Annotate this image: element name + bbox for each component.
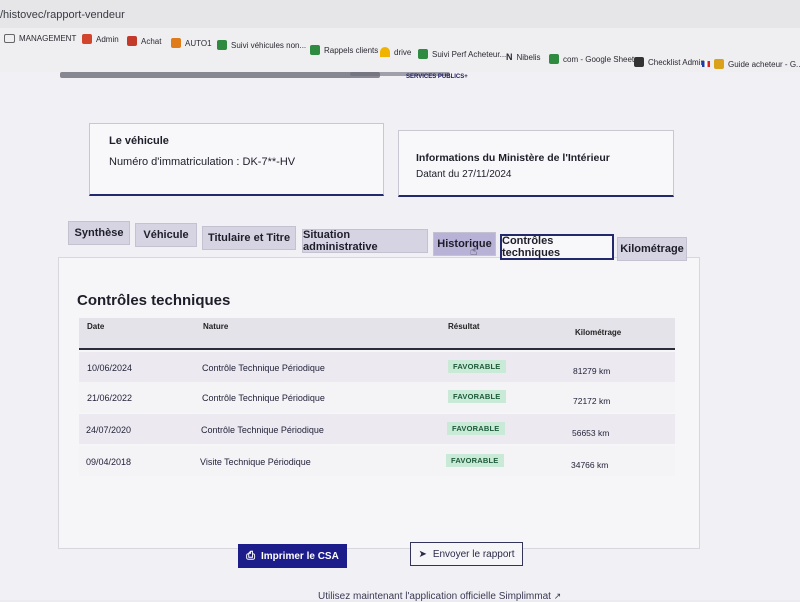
bookmark-drive[interactable]: drive xyxy=(380,47,411,57)
achat-icon xyxy=(127,36,137,46)
bookmark-label: MANAGEMENT xyxy=(19,34,77,43)
checklist-icon xyxy=(634,57,644,67)
table-row: 09/04/2018 Visite Technique Périodique F… xyxy=(79,446,675,476)
vehicle-card-title: Le véhicule xyxy=(109,135,169,147)
sheet-icon xyxy=(310,45,320,55)
ministry-card: Informations du Ministère de l'Intérieur… xyxy=(398,130,674,197)
plate-number: Numéro d'immatriculation : DK-7**-HV xyxy=(109,156,296,168)
footer-note-text[interactable]: Utilisez maintenant l'application offici… xyxy=(318,591,551,602)
print-csa-button[interactable]: ⎙ Imprimer le CSA xyxy=(238,544,347,568)
bookmark-label: Rappels clients xyxy=(324,45,379,55)
folder-icon xyxy=(4,34,15,43)
tab-situation-administrative[interactable]: Situation administrative xyxy=(302,229,428,253)
bookmark-auto1[interactable]: AUTO1 xyxy=(171,38,212,48)
bookmark-label: Suivi Perf Acheteur... xyxy=(432,49,507,59)
section-title: Contrôles techniques xyxy=(77,292,231,309)
tab-kilometrage[interactable]: Kilométrage xyxy=(617,237,687,261)
bookmark-label: AUTO1 xyxy=(185,38,212,48)
row-km: 81279 km xyxy=(573,366,611,376)
auto1-icon xyxy=(171,38,181,48)
result-badge: FAVORABLE xyxy=(446,454,504,467)
send-report-button[interactable]: ➤ Envoyer le rapport xyxy=(410,542,523,566)
footer-note: Utilisez maintenant l'application offici… xyxy=(318,591,561,602)
bookmark-label: Admin xyxy=(96,34,119,44)
row-km: 56653 km xyxy=(572,428,610,438)
column-header-result: Résultat xyxy=(448,322,480,331)
ministry-date: Datant du 27/11/2024 xyxy=(416,169,512,180)
bookmarks-bar: MANAGEMENT Admin Achat AUTO1 Suivi véhic… xyxy=(0,28,800,72)
send-button-label: Envoyer le rapport xyxy=(432,548,515,560)
row-km: 72172 km xyxy=(573,396,611,406)
bookmark-label: Achat xyxy=(141,36,162,46)
services-publics-logo: SERVICES PUBLICS+ xyxy=(406,74,468,81)
admin-icon xyxy=(82,34,92,44)
drive-icon xyxy=(380,47,390,57)
tab-historique[interactable]: Historique xyxy=(433,232,496,256)
bookmark-label: Checklist Admin xyxy=(648,57,705,67)
bookmark-achat[interactable]: Achat xyxy=(127,36,161,46)
row-date: 09/04/2018 xyxy=(86,457,132,467)
result-badge: FAVORABLE xyxy=(447,422,505,435)
bookmark-admin[interactable]: Admin xyxy=(82,34,119,44)
bookmark-checklist-admin[interactable]: Checklist Admin xyxy=(634,57,705,67)
tab-controles-techniques[interactable]: Contrôles techniques xyxy=(500,234,614,260)
page-content: SERVICES PUBLICS+ Le véhicule Numéro d'i… xyxy=(0,72,800,602)
column-header-km: Kilométrage xyxy=(575,328,622,337)
row-nature: Contrôle Technique Périodique xyxy=(202,363,325,373)
sheet-icon xyxy=(418,49,428,59)
browser-url-bar[interactable]: /histovec/rapport-vendeur xyxy=(0,0,800,29)
printer-icon: ⎙ xyxy=(246,549,255,562)
table-row: 21/06/2022 Contrôle Technique Périodique… xyxy=(79,382,675,412)
tab-synthese[interactable]: Synthèse xyxy=(68,221,130,245)
tab-vehicule[interactable]: Véhicule xyxy=(135,223,197,247)
bookmark-guide-acheteur[interactable]: Guide acheteur - G... xyxy=(702,59,800,69)
row-nature: Contrôle Technique Périodique xyxy=(201,425,324,435)
row-date: 10/06/2024 xyxy=(87,363,133,373)
bookmark-label: Suivi véhicules non... xyxy=(231,40,307,50)
bookmark-management[interactable]: MANAGEMENT xyxy=(4,34,76,43)
bookmark-label: Nibelis xyxy=(516,52,541,62)
sheet-icon xyxy=(217,40,227,50)
column-header-nature: Nature xyxy=(203,322,229,331)
bookmark-label: drive xyxy=(394,47,412,57)
vehicle-card: Le véhicule Numéro d'immatriculation : D… xyxy=(89,123,384,196)
bookmark-suivi-vehicules[interactable]: Suivi véhicules non... xyxy=(217,40,306,50)
bookmark-label: com - Google Sheets xyxy=(563,54,639,64)
sheet-icon xyxy=(549,54,559,64)
flag-icon xyxy=(702,61,710,67)
header-divider xyxy=(60,72,380,78)
bookmark-label: Guide acheteur - G... xyxy=(728,59,800,69)
print-button-label: Imprimer le CSA xyxy=(261,550,339,562)
ministry-card-title: Informations du Ministère de l'Intérieur xyxy=(416,152,610,164)
logo-text: SERVICES PUBLICS+ xyxy=(406,74,468,80)
tab-panel: Contrôles techniques Date Nature Résulta… xyxy=(58,257,700,549)
row-nature: Contrôle Technique Périodique xyxy=(202,393,325,403)
row-date: 24/07/2020 xyxy=(86,425,132,435)
nibelis-icon: N xyxy=(506,52,513,62)
table-row: 10/06/2024 Contrôle Technique Périodique… xyxy=(79,352,675,382)
row-date: 21/06/2022 xyxy=(87,393,133,403)
guide-icon xyxy=(714,59,724,69)
bookmark-suivi-perf[interactable]: Suivi Perf Acheteur... xyxy=(418,49,506,59)
table-header: Date Nature Résultat Kilométrage xyxy=(79,318,675,350)
column-header-date: Date xyxy=(87,322,105,331)
hand-cursor-icon: ☝ xyxy=(470,244,478,258)
table-row: 24/07/2020 Contrôle Technique Périodique… xyxy=(79,414,675,444)
url-text[interactable]: /histovec/rapport-vendeur xyxy=(0,9,125,21)
tab-titulaire[interactable]: Titulaire et Titre xyxy=(202,226,296,250)
result-badge: FAVORABLE xyxy=(448,390,506,403)
result-badge: FAVORABLE xyxy=(448,360,506,373)
send-icon: ➤ xyxy=(418,548,427,560)
row-km: 34766 km xyxy=(571,460,609,470)
bookmark-rappels-clients[interactable]: Rappels clients xyxy=(310,45,378,55)
bookmark-nibelis[interactable]: N Nibelis xyxy=(506,52,541,62)
row-nature: Visite Technique Périodique xyxy=(200,457,311,467)
bookmark-com-sheets[interactable]: com - Google Sheets xyxy=(549,54,638,64)
